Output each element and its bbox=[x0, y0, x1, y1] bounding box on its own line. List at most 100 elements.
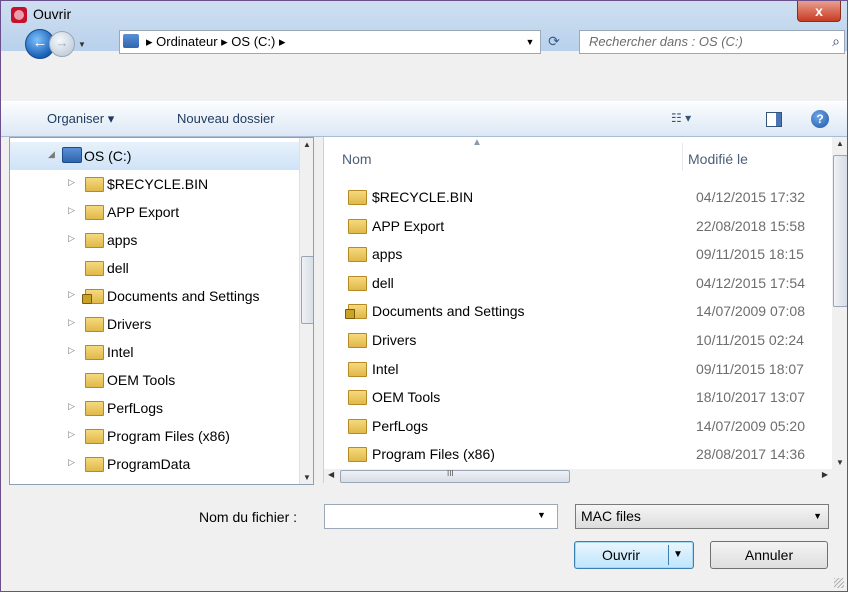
file-name: APP Export bbox=[372, 217, 445, 234]
dialog-title: Ouvrir bbox=[33, 6, 72, 22]
tree-item-label: APP Export bbox=[107, 204, 180, 220]
filename-input[interactable] bbox=[324, 504, 558, 529]
search-placeholder: Rechercher dans : OS (C:) bbox=[589, 34, 743, 49]
preview-pane-icon[interactable] bbox=[766, 112, 782, 127]
expand-arrow-icon[interactable]: ▷ bbox=[68, 345, 75, 356]
file-row[interactable]: Intel 09/11/2015 18:07 bbox=[324, 355, 832, 383]
file-row[interactable]: apps 09/11/2015 18:15 bbox=[324, 240, 832, 268]
expand-arrow-icon[interactable]: ▷ bbox=[68, 401, 75, 412]
tree-item[interactable]: dell bbox=[10, 254, 300, 282]
drive-icon bbox=[62, 147, 82, 163]
file-list-horizontal-scrollbar[interactable]: ◀ ▶ bbox=[324, 469, 832, 483]
file-modified-date: 04/12/2015 17:32 bbox=[696, 189, 805, 205]
file-row[interactable]: $RECYCLE.BIN 04/12/2015 17:32 bbox=[324, 183, 832, 211]
column-name[interactable]: Nom bbox=[342, 151, 372, 167]
file-row[interactable]: APP Export 22/08/2018 15:58 bbox=[324, 212, 832, 240]
file-row[interactable]: Program Files (x86) 28/08/2017 14:36 bbox=[324, 440, 832, 468]
file-modified-date: 18/10/2017 13:07 bbox=[696, 389, 805, 406]
file-modified-date: 22/08/2018 15:58 bbox=[696, 217, 805, 234]
scroll-down-icon[interactable]: ▼ bbox=[832, 458, 847, 467]
scroll-right-icon[interactable]: ▶ bbox=[822, 470, 828, 479]
scroll-down-icon[interactable]: ▼ bbox=[300, 473, 313, 482]
file-row[interactable]: dell 04/12/2015 17:54 bbox=[324, 269, 832, 297]
file-type-select[interactable]: MAC files ▼ bbox=[575, 504, 829, 529]
tree-item[interactable]: ▷ PerfLogs bbox=[10, 394, 300, 422]
navigation-pane: ◢ OS (C:) ▷ $RECYCLE.BIN ▷ APP Export ▷ apps d… bbox=[9, 137, 314, 485]
file-list-vertical-scrollbar[interactable]: ▲ ▼ bbox=[832, 137, 847, 469]
expanded-arrow-icon[interactable]: ◢ bbox=[48, 149, 55, 160]
file-name: Documents and Settings bbox=[372, 303, 525, 320]
chevron-down-icon[interactable]: ▼ bbox=[813, 511, 822, 521]
column-divider[interactable] bbox=[682, 143, 683, 171]
tree-item[interactable]: ▷ Drivers bbox=[10, 310, 300, 338]
tree-item[interactable]: ▷ APP Export bbox=[10, 198, 300, 226]
scrollbar-thumb[interactable] bbox=[833, 155, 847, 307]
column-header: ▲ Nom Modifié le bbox=[324, 137, 832, 172]
file-row[interactable]: OEM Tools 18/10/2017 13:07 bbox=[324, 383, 832, 411]
folder-icon bbox=[85, 345, 104, 360]
file-name: Intel bbox=[372, 360, 399, 377]
file-modified-date: 10/11/2015 02:24 bbox=[696, 332, 804, 348]
scrollbar-thumb[interactable] bbox=[340, 469, 570, 483]
open-options-dropdown-icon[interactable]: ▼ bbox=[673, 542, 683, 568]
recent-pages-dropdown-icon[interactable]: ▼ bbox=[78, 40, 86, 49]
file-row[interactable]: Drivers 10/11/2015 02:24 bbox=[324, 326, 832, 354]
folder-icon bbox=[348, 361, 367, 377]
file-name: apps bbox=[372, 246, 403, 263]
folder-icon bbox=[85, 401, 104, 416]
search-icon[interactable]: ⌕ bbox=[832, 33, 840, 50]
tree-item-label: $RECYCLE.BIN bbox=[107, 176, 209, 192]
tree-item-label: OS (C:) bbox=[84, 148, 132, 164]
address-dropdown-icon[interactable]: ▼ bbox=[520, 31, 540, 53]
search-input[interactable]: Rechercher dans : OS (C:) ⌕ bbox=[579, 30, 845, 54]
scroll-up-icon[interactable]: ▲ bbox=[300, 140, 313, 149]
folder-icon bbox=[348, 247, 367, 263]
command-toolbar: Organiser ▾ Nouveau dossier ☷ ▾ ? bbox=[1, 101, 847, 137]
open-button[interactable]: Ouvrir ▼ bbox=[574, 541, 694, 569]
tree-item-os-c[interactable]: ◢ OS (C:) bbox=[10, 142, 300, 170]
folder-icon bbox=[85, 205, 104, 220]
expand-arrow-icon[interactable]: ▷ bbox=[68, 289, 75, 300]
file-modified-date: 14/07/2009 07:08 bbox=[696, 303, 805, 320]
breadcrumb[interactable]: ▸ Ordinateur ▸ OS (C:) ▸ bbox=[146, 34, 286, 50]
filename-history-dropdown-icon[interactable]: ▼ bbox=[537, 510, 546, 520]
help-icon[interactable]: ? bbox=[811, 110, 829, 128]
organise-menu[interactable]: Organiser ▾ bbox=[47, 111, 114, 127]
expand-arrow-icon[interactable]: ▷ bbox=[68, 429, 75, 440]
file-row[interactable]: PerfLogs 14/07/2009 05:20 bbox=[324, 412, 832, 440]
tree-item-label: Drivers bbox=[107, 316, 152, 332]
folder-icon bbox=[348, 447, 367, 463]
tree-item[interactable]: ▷ Intel bbox=[10, 338, 300, 366]
navigation-scrollbar[interactable]: ▲ ▼ bbox=[299, 138, 313, 484]
expand-arrow-icon[interactable]: ▷ bbox=[68, 205, 75, 216]
tree-item[interactable]: OEM Tools bbox=[10, 366, 300, 394]
expand-arrow-icon[interactable]: ▷ bbox=[68, 177, 75, 188]
tree-item[interactable]: ▷ Documents and Settings bbox=[10, 282, 300, 310]
expand-arrow-icon[interactable]: ▷ bbox=[68, 233, 75, 244]
tree-item[interactable]: ▷ ProgramData bbox=[10, 450, 300, 478]
scroll-up-icon[interactable]: ▲ bbox=[832, 139, 847, 148]
tree-item[interactable]: ▷ Program Files (x86) bbox=[10, 422, 300, 450]
scroll-left-icon[interactable]: ◀ bbox=[328, 470, 334, 479]
file-name: PerfLogs bbox=[372, 417, 429, 434]
view-options-icon[interactable]: ☷ ▾ bbox=[671, 111, 691, 125]
refresh-button[interactable]: ⟳ bbox=[541, 30, 567, 52]
forward-button[interactable]: → bbox=[49, 31, 75, 57]
cancel-button[interactable]: Annuler bbox=[710, 541, 828, 569]
file-name: Program Files (x86) bbox=[372, 446, 495, 463]
file-row[interactable]: Documents and Settings 14/07/2009 07:08 bbox=[324, 297, 832, 325]
address-bar[interactable]: ▸ Ordinateur ▸ OS (C:) ▸ ▼ bbox=[119, 30, 541, 54]
folder-icon bbox=[348, 418, 367, 434]
tree-item[interactable]: ▷ apps bbox=[10, 226, 300, 254]
new-folder-button[interactable]: Nouveau dossier bbox=[177, 111, 275, 126]
expand-arrow-icon[interactable]: ▷ bbox=[68, 317, 75, 328]
tree-item[interactable]: ▷ $RECYCLE.BIN bbox=[10, 170, 300, 198]
tree-item-label: OEM Tools bbox=[107, 372, 176, 388]
tree-item-label: PerfLogs bbox=[107, 400, 164, 416]
column-modified[interactable]: Modifié le bbox=[688, 151, 748, 167]
resize-grip-icon[interactable] bbox=[834, 578, 844, 588]
expand-arrow-icon[interactable]: ▷ bbox=[68, 457, 75, 468]
open-button-label: Ouvrir bbox=[601, 547, 641, 563]
close-button[interactable]: x bbox=[797, 1, 841, 22]
scrollbar-thumb[interactable] bbox=[301, 256, 313, 324]
